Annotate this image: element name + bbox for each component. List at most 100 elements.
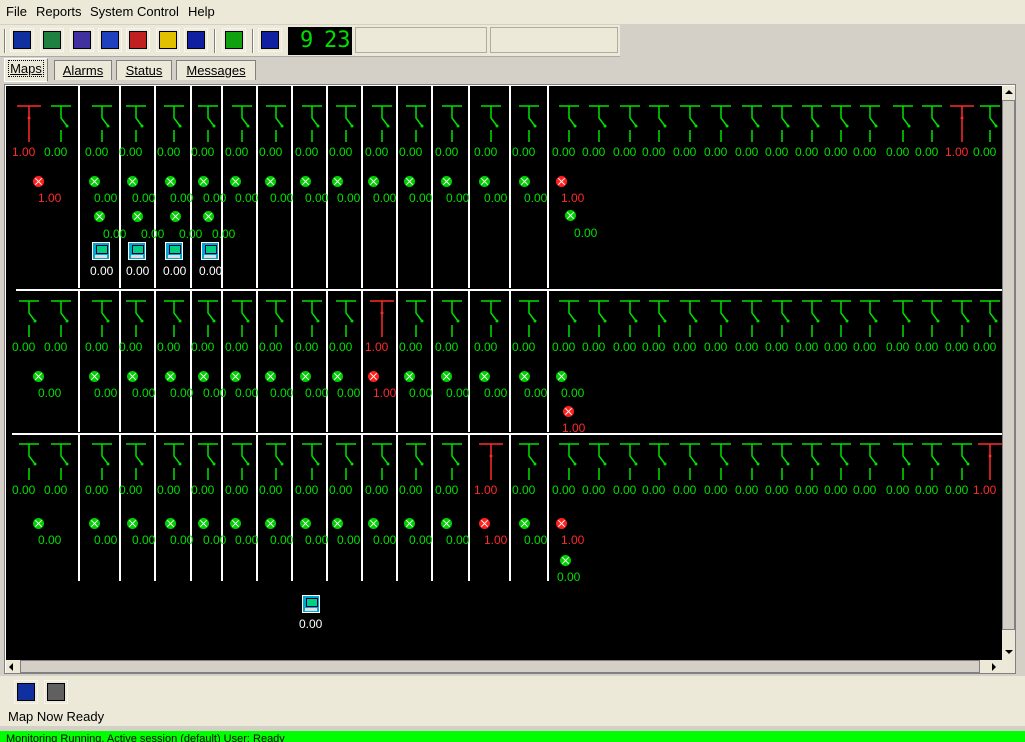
switch-open-icon[interactable] bbox=[334, 299, 358, 339]
scroll-down-icon[interactable] bbox=[1005, 650, 1013, 654]
computer-icon[interactable] bbox=[92, 242, 110, 260]
horizontal-scroll-thumb[interactable] bbox=[20, 660, 980, 673]
switch-open-icon[interactable] bbox=[196, 299, 220, 339]
ok-node-icon[interactable] bbox=[479, 371, 490, 382]
switch-open-icon[interactable] bbox=[709, 299, 733, 339]
switch-open-icon[interactable] bbox=[49, 299, 73, 339]
switch-open-icon[interactable] bbox=[647, 442, 671, 482]
ok-node-icon[interactable] bbox=[132, 211, 143, 222]
switch-open-icon[interactable] bbox=[300, 104, 324, 144]
ok-node-icon[interactable] bbox=[198, 176, 209, 187]
switch-open-icon[interactable] bbox=[124, 299, 148, 339]
switch-open-icon[interactable] bbox=[230, 104, 254, 144]
switch-open-icon[interactable] bbox=[440, 299, 464, 339]
ok-node-icon[interactable] bbox=[265, 518, 276, 529]
vertical-scroll-thumb[interactable] bbox=[1002, 100, 1015, 630]
ok-node-icon[interactable] bbox=[203, 211, 214, 222]
switch-open-icon[interactable] bbox=[740, 104, 764, 144]
ok-node-icon[interactable] bbox=[332, 176, 343, 187]
switch-open-icon[interactable] bbox=[800, 104, 824, 144]
ok-node-icon[interactable] bbox=[165, 518, 176, 529]
switch-open-icon[interactable] bbox=[370, 104, 394, 144]
switch-open-icon[interactable] bbox=[479, 299, 503, 339]
fault-node-icon[interactable] bbox=[556, 518, 567, 529]
ok-node-icon[interactable] bbox=[300, 371, 311, 382]
switch-closed-icon[interactable] bbox=[479, 442, 503, 482]
switch-open-icon[interactable] bbox=[800, 442, 824, 482]
help-button[interactable] bbox=[258, 28, 282, 52]
switch-open-icon[interactable] bbox=[517, 442, 541, 482]
menu-reports[interactable]: Reports bbox=[36, 4, 82, 19]
switch-open-icon[interactable] bbox=[920, 442, 944, 482]
switch-open-icon[interactable] bbox=[709, 442, 733, 482]
switch-open-icon[interactable] bbox=[264, 104, 288, 144]
ok-node-icon[interactable] bbox=[404, 371, 415, 382]
tag-yellow-button[interactable] bbox=[156, 28, 180, 52]
switch-open-icon[interactable] bbox=[230, 442, 254, 482]
ok-node-icon[interactable] bbox=[265, 371, 276, 382]
tab-status[interactable]: Status bbox=[116, 60, 172, 80]
switch-open-icon[interactable] bbox=[162, 104, 186, 144]
switch-open-icon[interactable] bbox=[557, 442, 581, 482]
switch-open-icon[interactable] bbox=[858, 104, 882, 144]
fault-node-icon[interactable] bbox=[563, 406, 574, 417]
switch-open-icon[interactable] bbox=[300, 299, 324, 339]
switch-open-icon[interactable] bbox=[920, 104, 944, 144]
switch-open-icon[interactable] bbox=[49, 442, 73, 482]
switch-open-icon[interactable] bbox=[17, 299, 41, 339]
tab-maps[interactable]: Maps bbox=[4, 58, 48, 82]
ok-node-icon[interactable] bbox=[265, 176, 276, 187]
switch-open-icon[interactable] bbox=[770, 104, 794, 144]
switch-open-icon[interactable] bbox=[440, 442, 464, 482]
ok-node-icon[interactable] bbox=[94, 211, 105, 222]
switch-open-icon[interactable] bbox=[300, 442, 324, 482]
switch-closed-icon[interactable] bbox=[17, 104, 41, 144]
switch-open-icon[interactable] bbox=[891, 104, 915, 144]
ok-node-icon[interactable] bbox=[332, 518, 343, 529]
ok-node-icon[interactable] bbox=[89, 176, 100, 187]
ok-node-icon[interactable] bbox=[441, 176, 452, 187]
switch-open-icon[interactable] bbox=[17, 442, 41, 482]
switch-open-icon[interactable] bbox=[950, 442, 974, 482]
edit-button[interactable] bbox=[70, 28, 94, 52]
switch-open-icon[interactable] bbox=[978, 299, 1002, 339]
switch-open-icon[interactable] bbox=[124, 104, 148, 144]
switch-open-icon[interactable] bbox=[740, 299, 764, 339]
switch-open-icon[interactable] bbox=[858, 299, 882, 339]
switch-open-icon[interactable] bbox=[647, 104, 671, 144]
ok-node-icon[interactable] bbox=[300, 518, 311, 529]
exit-button[interactable] bbox=[14, 680, 38, 704]
menu-system-control[interactable]: System Control bbox=[90, 4, 179, 19]
network-map[interactable]: 1.00 0.00 0.00 0.00 0.00 0.00 0.00 0.00 0.00 0.00… bbox=[6, 86, 1002, 660]
switch-open-icon[interactable] bbox=[124, 442, 148, 482]
ok-node-icon[interactable] bbox=[89, 518, 100, 529]
switch-open-icon[interactable] bbox=[440, 104, 464, 144]
switch-open-icon[interactable] bbox=[770, 299, 794, 339]
switch-open-icon[interactable] bbox=[334, 104, 358, 144]
check-button[interactable] bbox=[222, 28, 246, 52]
switch-open-icon[interactable] bbox=[678, 104, 702, 144]
ok-node-icon[interactable] bbox=[404, 176, 415, 187]
switch-open-icon[interactable] bbox=[678, 299, 702, 339]
ok-node-icon[interactable] bbox=[165, 176, 176, 187]
ok-node-icon[interactable] bbox=[519, 371, 530, 382]
switch-open-icon[interactable] bbox=[162, 442, 186, 482]
ok-node-icon[interactable] bbox=[479, 176, 490, 187]
ok-node-icon[interactable] bbox=[198, 518, 209, 529]
pause-button[interactable] bbox=[184, 28, 208, 52]
menu-file[interactable]: File bbox=[6, 4, 27, 19]
ok-node-icon[interactable] bbox=[556, 371, 567, 382]
switch-open-icon[interactable] bbox=[829, 442, 853, 482]
switch-open-icon[interactable] bbox=[740, 442, 764, 482]
switch-open-icon[interactable] bbox=[517, 299, 541, 339]
switch-open-icon[interactable] bbox=[978, 104, 1002, 144]
menu-help[interactable]: Help bbox=[188, 4, 215, 19]
ok-node-icon[interactable] bbox=[404, 518, 415, 529]
switch-open-icon[interactable] bbox=[517, 104, 541, 144]
ok-node-icon[interactable] bbox=[170, 211, 181, 222]
ok-node-icon[interactable] bbox=[368, 518, 379, 529]
computer-icon[interactable] bbox=[302, 595, 320, 613]
ok-node-icon[interactable] bbox=[560, 555, 571, 566]
switch-open-icon[interactable] bbox=[587, 104, 611, 144]
switch-open-icon[interactable] bbox=[829, 104, 853, 144]
